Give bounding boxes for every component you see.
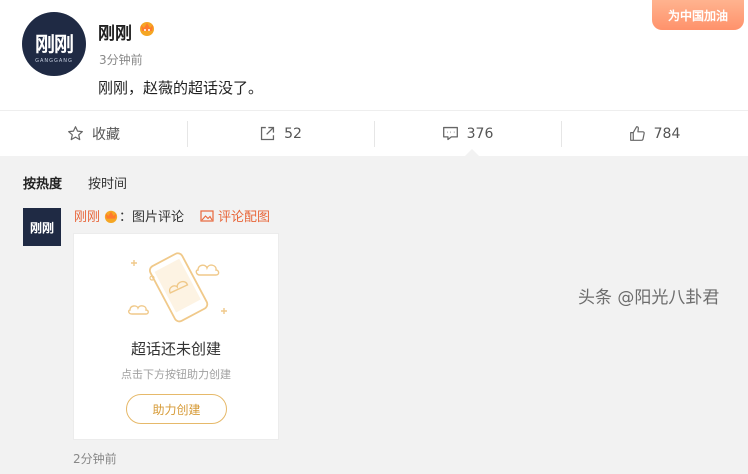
post-time: 3分钟前 xyxy=(99,53,143,67)
commenter-name[interactable]: 刚刚 xyxy=(74,206,100,225)
comment-image-label: 评论配图 xyxy=(218,210,271,225)
favorite-button[interactable]: 收藏 xyxy=(0,111,187,156)
comment-time: 2分钟前 xyxy=(73,452,117,466)
card-subtitle: 点击下方按钮助力创建 xyxy=(121,368,231,381)
avatar-sublabel: GANGGANG xyxy=(35,58,73,64)
vip-crown-icon xyxy=(104,210,118,223)
comment-image-link[interactable]: 评论配图 xyxy=(200,206,270,225)
comment-image-card[interactable]: 超话还未创建 点击下方按钮助力创建 助力创建 xyxy=(73,233,279,440)
comment-colon: ： xyxy=(119,210,133,225)
action-bar: 收藏 52 376 784 xyxy=(0,110,748,156)
vip-crown-icon xyxy=(140,22,154,36)
phone-illustration-icon xyxy=(128,252,227,323)
comment-icon xyxy=(442,126,458,141)
author-name[interactable]: 刚刚 xyxy=(98,19,132,44)
author-avatar[interactable]: 刚刚 GANGGANG xyxy=(22,12,86,76)
avatar-label: 刚刚 xyxy=(35,32,74,56)
post-content: 刚刚，赵薇的超话没了。 xyxy=(98,79,264,97)
like-button[interactable]: 784 xyxy=(561,111,748,156)
card-title: 超话还未创建 xyxy=(130,340,221,358)
watermark: 头条 @阳光八卦君 xyxy=(578,288,720,308)
forward-count: 52 xyxy=(284,125,302,142)
like-count: 784 xyxy=(653,125,681,142)
comment-count: 376 xyxy=(466,125,494,142)
thumbs-up-icon xyxy=(629,126,645,141)
comment-line: 刚刚 ： 图片评论 评论配图 xyxy=(74,206,270,225)
sort-by-time-tab[interactable]: 按时间 xyxy=(88,173,127,192)
help-create-button[interactable]: 助力创建 xyxy=(126,394,227,424)
favorite-label: 收藏 xyxy=(92,126,120,143)
comment-text: 图片评论 xyxy=(132,210,185,225)
comments-section: 按热度 按时间 刚刚 刚刚 ： 图片评论 评论配图 超话还未创建 点击下方按钮助… xyxy=(0,149,748,474)
sort-by-hot-tab[interactable]: 按热度 xyxy=(23,173,62,192)
event-badge: 为中国加油 xyxy=(652,0,744,30)
star-icon xyxy=(68,126,83,141)
share-icon xyxy=(260,126,275,141)
comment-pointer xyxy=(465,149,479,156)
forward-button[interactable]: 52 xyxy=(187,111,374,156)
commenter-avatar[interactable]: 刚刚 xyxy=(23,208,61,246)
sort-tabs: 按热度 按时间 xyxy=(23,173,127,192)
post-card: 刚刚 GANGGANG 刚刚 3分钟前 刚刚，赵薇的超话没了。 为中国加油 xyxy=(0,0,748,110)
commenter-avatar-label: 刚刚 xyxy=(29,220,54,235)
image-icon xyxy=(200,209,214,222)
